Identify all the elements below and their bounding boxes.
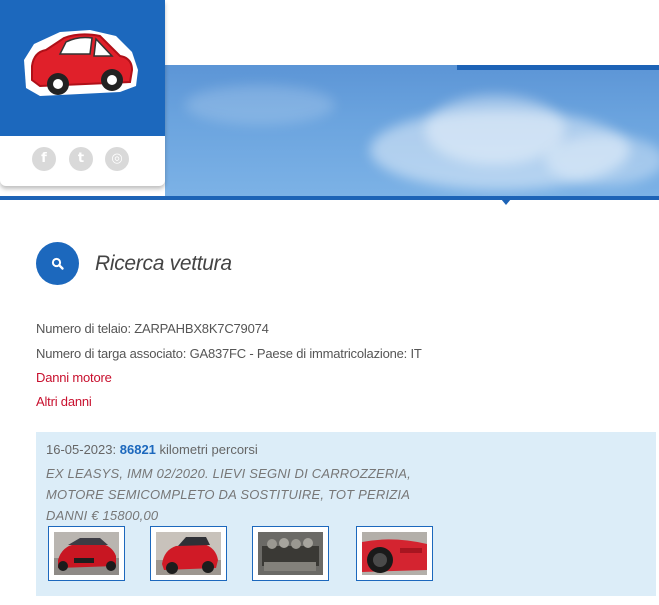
record-description: EX LEASYS, IMM 02/2020. LIEVI SEGNI DI C… (46, 466, 411, 523)
header-notch (501, 199, 511, 205)
logo-panel: f t ◎ (0, 0, 165, 186)
photo-rear-red-car (156, 532, 221, 575)
photo-thumbnail[interactable] (252, 526, 329, 581)
car-photo-icon (54, 532, 119, 575)
photo-thumbnail[interactable] (356, 526, 433, 581)
engine-damage-link[interactable]: Danni motore (36, 370, 112, 385)
site-header: f t ◎ (0, 0, 659, 205)
record-km: 86821 (119, 442, 156, 457)
red-car-logo-icon (24, 30, 138, 96)
page-title: Ricerca vettura (95, 252, 232, 275)
cloud (185, 85, 335, 125)
car-photo-icon (156, 532, 221, 575)
header-divider (0, 196, 659, 200)
search-button[interactable] (36, 242, 79, 285)
record-header: 16-05-2023: 86821 kilometri percorsi (46, 442, 258, 457)
photo-wheel-side (362, 532, 427, 575)
banner-stripe (457, 65, 659, 70)
record-date: 16-05-2023: (46, 442, 117, 457)
facebook-icon[interactable]: f (32, 147, 56, 171)
wheel-photo-icon (362, 532, 427, 575)
logo-link[interactable] (0, 0, 165, 136)
history-record: 16-05-2023: 86821 kilometri percorsi EX … (36, 432, 656, 596)
photo-thumbnail[interactable] (48, 526, 125, 581)
cloud (545, 135, 659, 185)
chassis-number: Numero di telaio: ZARPAHBX8K7C79074 (36, 321, 269, 336)
record-km-label: kilometri percorsi (159, 442, 258, 457)
photo-thumbnail[interactable] (150, 526, 227, 581)
photo-front-red-car (54, 532, 119, 575)
search-icon (51, 257, 64, 270)
cloud (425, 95, 565, 165)
plate-number: Numero di targa associato: GA837FC - Pae… (36, 346, 422, 361)
other-damage-link[interactable]: Altri danni (36, 394, 92, 409)
photo-engine (258, 532, 323, 575)
instagram-icon[interactable]: ◎ (105, 147, 129, 171)
twitter-icon[interactable]: t (69, 147, 93, 171)
header-banner (165, 65, 659, 196)
engine-photo-icon (258, 532, 323, 575)
